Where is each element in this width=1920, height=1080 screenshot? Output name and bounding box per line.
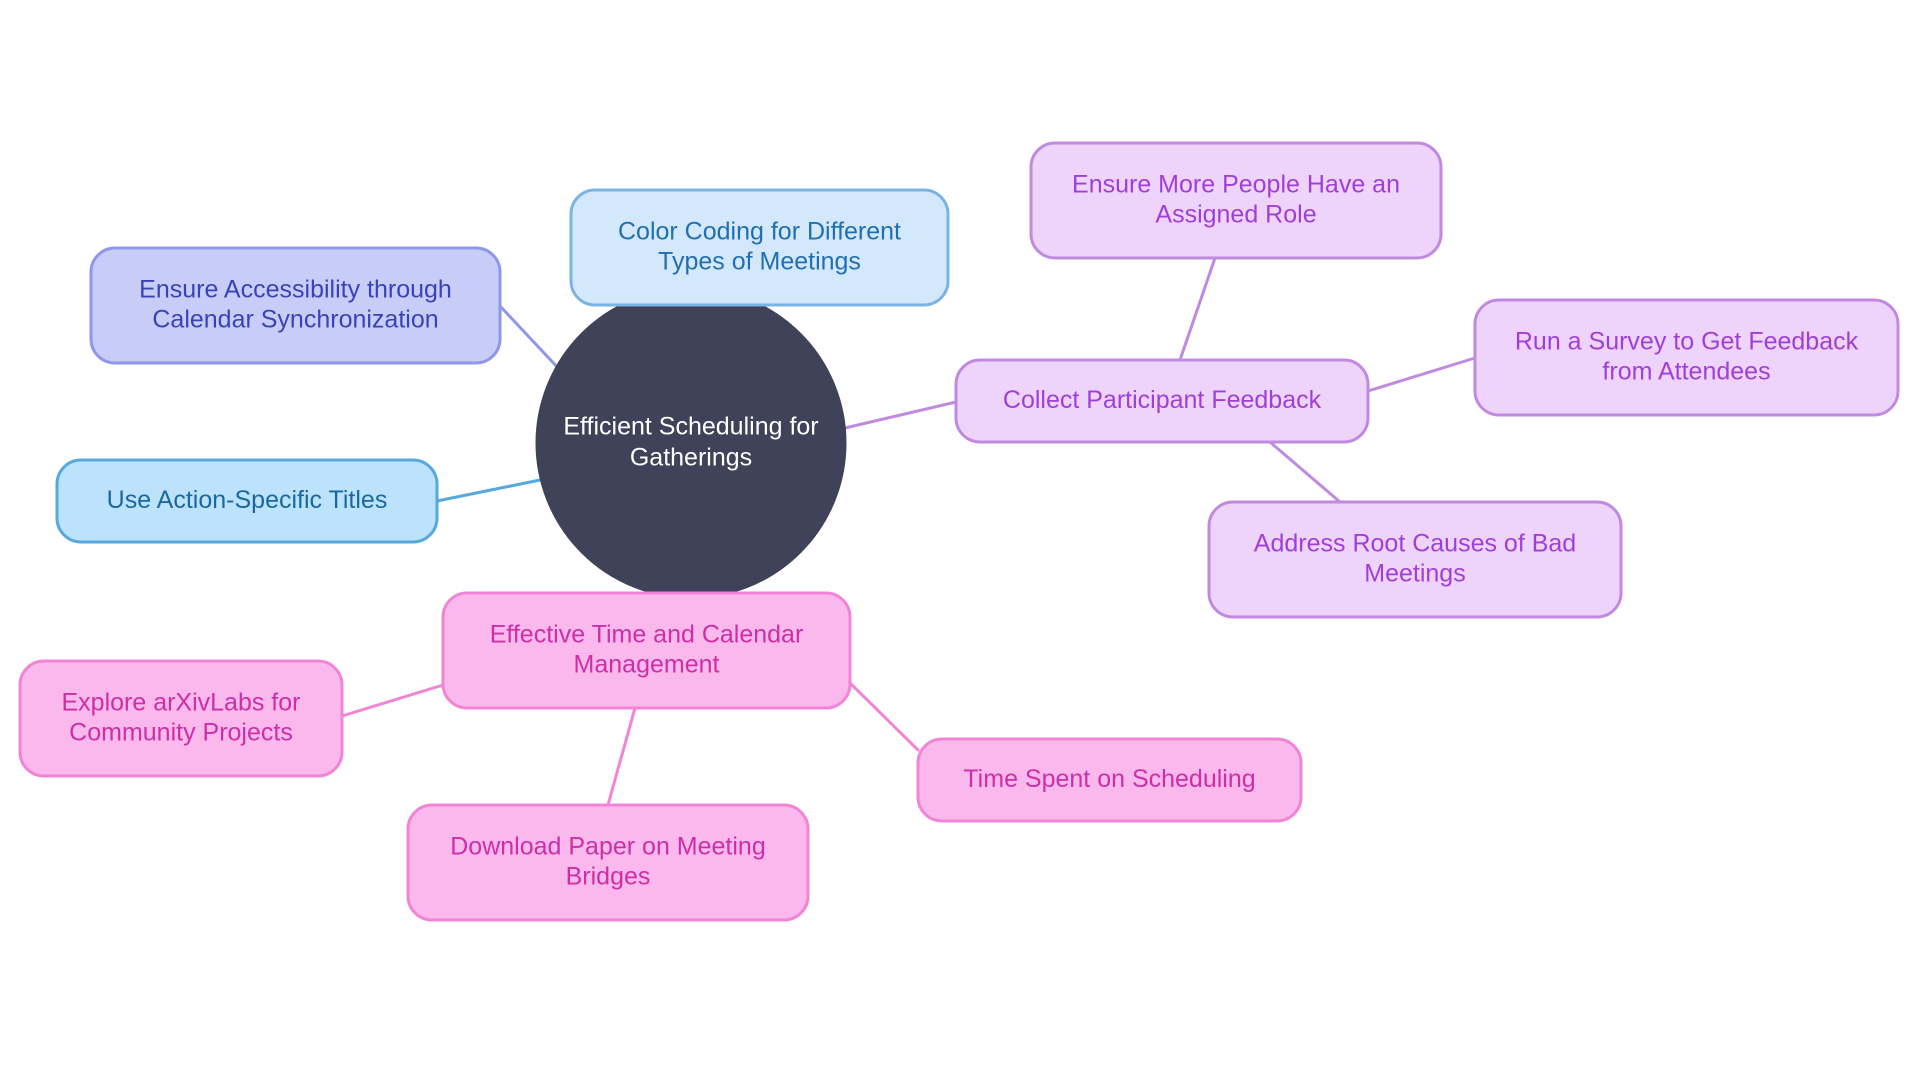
mindmap-node-collect-participant-feedback[interactable]: Collect Participant Feedback bbox=[954, 358, 1370, 444]
mindmap-edge bbox=[498, 304, 562, 372]
mindmap-edge bbox=[1268, 440, 1342, 504]
mindmap-canvas: Efficient Scheduling for Gatherings Color … bbox=[0, 0, 1920, 1080]
nodes-layer: Efficient Scheduling for GatheringsColor … bbox=[18, 141, 1900, 922]
mindmap-edge bbox=[843, 400, 958, 430]
mindmap-node-ensure-accessibility[interactable]: Ensure Accessibility through Calendar Syn… bbox=[89, 246, 502, 365]
mindmap-node-root[interactable]: Efficient Scheduling for Gatherings bbox=[535, 287, 847, 599]
mindmap-edge bbox=[1178, 256, 1217, 362]
node-label-action-specific-titles: Use Action-Specific Titles bbox=[107, 486, 388, 514]
mindmap-edge bbox=[1366, 356, 1477, 393]
mindmap-node-action-specific-titles[interactable]: Use Action-Specific Titles bbox=[55, 458, 439, 544]
node-label-collect-participant-feedback: Collect Participant Feedback bbox=[1003, 386, 1322, 414]
mindmap-node-run-survey-feedback[interactable]: Run a Survey to Get Feedback from Attende… bbox=[1473, 298, 1900, 417]
mindmap-node-explore-arxivlabs[interactable]: Explore arXivLabs for Community Projects bbox=[18, 659, 344, 778]
mindmap-node-address-root-causes[interactable]: Address Root Causes of Bad Meetings bbox=[1207, 500, 1623, 619]
mindmap-node-effective-time-calendar[interactable]: Effective Time and Calendar Management bbox=[441, 591, 852, 710]
mindmap-edge bbox=[435, 477, 547, 503]
mindmap-edge bbox=[848, 681, 920, 752]
node-label-time-spent-scheduling: Time Spent on Scheduling bbox=[963, 765, 1255, 793]
mindmap-edge bbox=[340, 683, 445, 718]
mindmap-edge bbox=[606, 706, 637, 807]
mindmap-node-time-spent-scheduling[interactable]: Time Spent on Scheduling bbox=[916, 737, 1303, 823]
mindmap-node-download-paper[interactable]: Download Paper on Meeting Bridges bbox=[406, 803, 810, 922]
mindmap-node-ensure-more-people-role[interactable]: Ensure More People Have an Assigned Role bbox=[1029, 141, 1443, 260]
mindmap-node-color-coding[interactable]: Color Coding for Different Types of Meeti… bbox=[569, 188, 950, 307]
mindmap-svg: Efficient Scheduling for GatheringsColor … bbox=[18, 141, 1900, 922]
